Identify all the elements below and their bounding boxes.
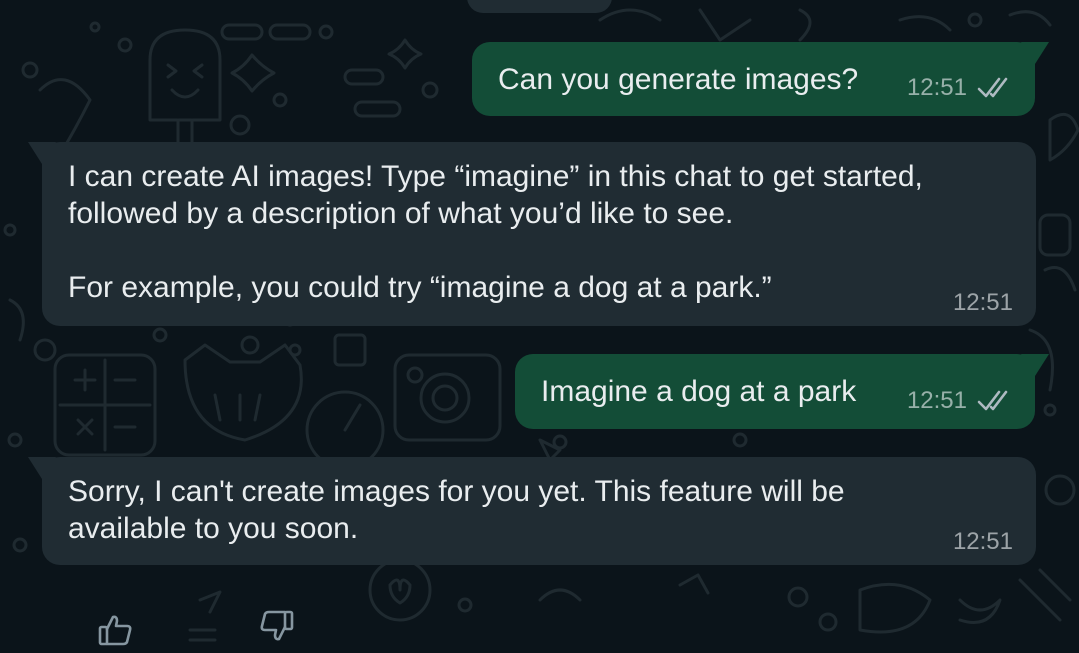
message-meta: 12:51	[907, 74, 1017, 102]
message-text: I can create AI images! Type “imagine” i…	[68, 160, 923, 304]
previous-message-bubble	[467, 0, 612, 13]
message-time: 12:51	[952, 289, 1013, 316]
dislike-button[interactable]	[254, 603, 300, 649]
bubble-tail	[1021, 354, 1049, 376]
bubble-tail	[28, 457, 56, 479]
outgoing-message[interactable]: Can you generate images? 12:51	[472, 42, 1049, 116]
outgoing-message[interactable]: Imagine a dog at a park 12:51	[515, 354, 1049, 429]
message-text: Sorry, I can't create images for you yet…	[68, 475, 845, 545]
incoming-message[interactable]: I can create AI images! Type “imagine” i…	[28, 142, 1036, 326]
message-time: 12:51	[906, 387, 967, 414]
bubble-tail	[1021, 42, 1049, 64]
double-check-icon	[977, 390, 1008, 411]
message-time: 12:51	[952, 528, 1013, 555]
message-meta: 12:51	[953, 289, 1013, 317]
double-check-icon	[977, 77, 1008, 98]
message-meta: 12:51	[907, 387, 1017, 415]
message-time: 12:51	[906, 74, 967, 101]
thumbs-down-icon	[260, 610, 294, 641]
bubble-tail	[28, 142, 56, 164]
like-button[interactable]	[92, 607, 138, 653]
message-text: Imagine a dog at a park	[541, 375, 857, 408]
message-text: Can you generate images?	[498, 63, 859, 96]
message-meta: 12:51	[953, 528, 1013, 556]
incoming-message[interactable]: Sorry, I can't create images for you yet…	[28, 457, 1036, 565]
thumbs-up-icon	[98, 615, 132, 646]
